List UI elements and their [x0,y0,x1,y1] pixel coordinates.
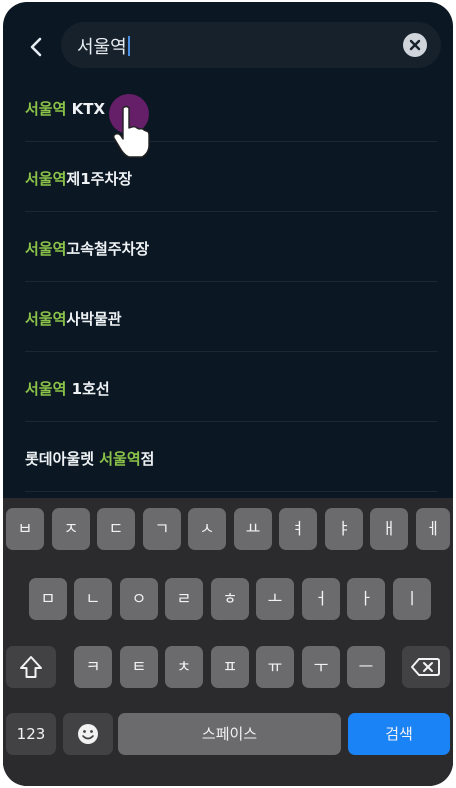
chevron-left-icon [30,37,42,57]
divider [25,491,437,492]
suggestion-text: 롯데아울렛 서울역점 [25,450,155,468]
clear-icon [409,39,421,51]
key[interactable]: ㅊ [165,646,203,688]
key[interactable]: ㅠ [256,646,294,688]
key[interactable]: ㅏ [347,578,385,620]
key[interactable]: ㅍ [211,646,249,688]
phone-screen: 서울역 서울역 KTX 서울역제1주차장 서울역고속철주차장 서울역사박물관 서… [3,2,453,786]
text-caret [127,36,130,56]
space-key[interactable]: 스페이스 [118,713,341,755]
suggestion-text: 서울역 1호선 [25,380,110,398]
key[interactable]: ㅡ [347,646,385,688]
key[interactable]: ㅛ [234,508,272,550]
key[interactable]: ㅐ [370,508,408,550]
back-button[interactable] [25,32,49,62]
suggestion-text: 서울역고속철주차장 [25,240,150,258]
suggestion-text: 서울역사박물관 [25,310,122,328]
clear-button[interactable] [403,33,427,57]
key[interactable]: ㅕ [279,508,317,550]
backspace-key[interactable] [402,646,450,688]
numbers-key[interactable]: 123 [6,713,56,755]
key[interactable]: ㅣ [393,578,431,620]
search-input[interactable]: 서울역 [61,22,441,68]
key[interactable]: ㅑ [325,508,363,550]
key[interactable]: ㅗ [256,578,294,620]
key[interactable]: ㅇ [120,578,158,620]
emoji-icon [78,724,98,744]
korean-keyboard: ㅂ ㅈ ㄷ ㄱ ㅅ ㅛ ㅕ ㅑ ㅐ ㅔ ㅁ ㄴ ㅇ ㄹ ㅎ ㅗ ㅓ ㅏ ㅣ ㅋ … [3,498,453,786]
emoji-key[interactable] [63,713,113,755]
suggestion-item[interactable]: 서울역 KTX [3,72,453,142]
shift-key[interactable] [6,646,56,688]
suggestion-item[interactable]: 서울역사박물관 [3,282,453,352]
key[interactable]: ㄹ [165,578,203,620]
key[interactable]: ㅈ [52,508,90,550]
key[interactable]: ㅜ [302,646,340,688]
key[interactable]: ㅌ [120,646,158,688]
key[interactable]: ㅎ [211,578,249,620]
suggestion-text: 서울역제1주차장 [25,170,133,188]
pointer-hand-icon [113,105,150,158]
suggestion-item[interactable]: 서울역고속철주차장 [3,212,453,282]
suggestion-text: 서울역 KTX [25,100,106,118]
key[interactable]: ㅔ [416,508,450,550]
key[interactable]: ㄱ [143,508,181,550]
key[interactable]: ㅁ [29,578,67,620]
search-key[interactable]: 검색 [348,713,450,755]
suggestion-item[interactable]: 서울역제1주차장 [3,142,453,212]
shift-icon [20,656,42,678]
key[interactable]: ㄴ [74,578,112,620]
key[interactable]: ㅓ [302,578,340,620]
key[interactable]: ㅋ [74,646,112,688]
key[interactable]: ㄷ [97,508,135,550]
key[interactable]: ㅅ [188,508,226,550]
key[interactable]: ㅂ [6,508,44,550]
search-query: 서울역 [77,33,130,59]
suggestion-item[interactable]: 롯데아울렛 서울역점 [3,422,453,492]
suggestion-item[interactable]: 서울역 1호선 [3,352,453,422]
backspace-icon [411,658,440,676]
